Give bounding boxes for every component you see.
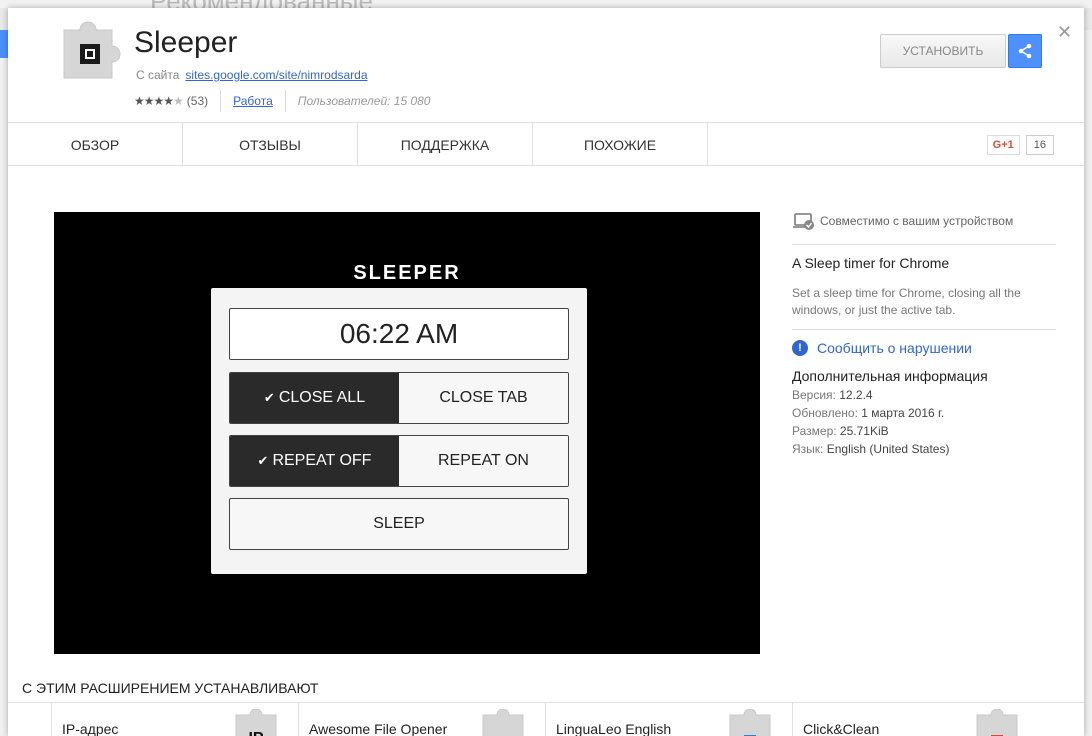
screenshot-time: 06:22 AM xyxy=(229,308,569,360)
gplus-count: 16 xyxy=(1025,135,1054,155)
related-item-name: Click&Clean xyxy=(803,721,880,736)
rating-count: (53) xyxy=(186,94,209,108)
tab-reviews[interactable]: ОТЗЫВЫ xyxy=(183,123,358,166)
report-abuse-link[interactable]: ! Сообщить о нарушении xyxy=(792,340,1056,356)
device-check-icon xyxy=(793,213,814,230)
from-site-line: С сайта sites.google.com/site/nimrodsarda xyxy=(136,68,368,82)
divider xyxy=(220,90,222,112)
related-prev-button[interactable] xyxy=(8,703,52,736)
share-button[interactable] xyxy=(1008,34,1042,68)
related-item[interactable]: IP-адрес IP xyxy=(52,703,299,736)
rating-stars[interactable]: ★★★★★ xyxy=(134,94,184,108)
extension-dialog: Sleeper С сайта sites.google.com/site/nim… xyxy=(8,8,1084,736)
related-item[interactable]: Awesome File Opener xyxy=(299,703,546,736)
alert-icon: ! xyxy=(792,340,808,356)
background-right-strip xyxy=(1084,30,1092,736)
compatibility-line: Совместимо с вашим устройством xyxy=(792,208,1056,234)
background-left-strip xyxy=(0,30,8,736)
related-item[interactable]: LinguaLeo English xyxy=(546,703,793,736)
close-tab-option: CLOSE TAB xyxy=(399,373,568,423)
tab-support[interactable]: ПОДДЕРЖКА xyxy=(358,123,533,166)
app-screenshot[interactable]: SLEEPER 06:22 AM ✔ CLOSE ALL CLOSE TAB ✔ R… xyxy=(54,212,760,654)
repeat-off-option: ✔ REPEAT OFF xyxy=(230,436,399,486)
divider xyxy=(792,244,1056,245)
divider xyxy=(284,90,286,112)
repeat-toggle: ✔ REPEAT OFF REPEAT ON xyxy=(229,435,569,487)
compatibility-text: Совместимо с вашим устройством xyxy=(820,214,1014,228)
ip-icon-text: IP xyxy=(248,730,263,736)
repeat-on-option: REPEAT ON xyxy=(399,436,568,486)
checkmark-icon: ✔ xyxy=(257,453,269,468)
site-link[interactable]: sites.google.com/site/nimrodsarda xyxy=(185,68,367,82)
summary-title: A Sleep timer for Chrome xyxy=(792,255,950,271)
close-icon[interactable]: ✕ xyxy=(1057,22,1072,43)
dialog-header: Sleeper С сайта sites.google.com/site/nim… xyxy=(8,8,1084,122)
info-size: Размер: 25.71KiB xyxy=(792,424,889,438)
puzzle-icon xyxy=(63,21,121,79)
puzzle-icon: IP xyxy=(235,709,277,736)
gplus-button[interactable]: G+1 xyxy=(986,135,1020,155)
related-extensions-row: IP-адрес IP Awesome File Opener LinguaLe… xyxy=(8,702,1084,736)
gplus-widget: G+1 16 xyxy=(986,135,1054,155)
divider xyxy=(792,329,1056,330)
info-language: Язык: English (United States) xyxy=(792,442,950,456)
puzzle-icon xyxy=(482,709,524,736)
report-abuse-label: Сообщить о нарушении xyxy=(817,340,972,356)
tab-bar: ОБЗОР ОТЗЫВЫ ПОДДЕРЖКА ПОХОЖИЕ G+1 16 xyxy=(8,122,1084,167)
puzzle-icon xyxy=(729,709,771,736)
app-title: Sleeper xyxy=(134,26,238,59)
puzzle-icon xyxy=(976,709,1018,736)
summary-description: Set a sleep time for Chrome, closing all… xyxy=(792,286,1021,317)
screenshot-title: SLEEPER xyxy=(353,262,461,284)
meta-row: ★★★★★ (53) Работа Пользователей: 15 080 xyxy=(134,90,431,112)
install-button[interactable]: УСТАНОВИТЬ xyxy=(880,34,1006,68)
additional-info-title: Дополнительная информация xyxy=(792,368,988,384)
checkmark-icon: ✔ xyxy=(263,390,275,405)
screenshot-card: 06:22 AM ✔ CLOSE ALL CLOSE TAB ✔ REPEAT OF… xyxy=(211,288,587,574)
background-left-accent xyxy=(0,30,8,58)
tab-related[interactable]: ПОХОЖИЕ xyxy=(533,123,708,166)
related-item[interactable]: Click&Clean xyxy=(793,703,1040,736)
users-count: Пользователей: 15 080 xyxy=(297,94,431,108)
from-site-prefix: С сайта xyxy=(136,68,180,82)
sleep-option: SLEEP xyxy=(229,498,569,550)
info-updated: Обновлено: 1 марта 2016 г. xyxy=(792,406,945,420)
tab-overview[interactable]: ОБЗОР xyxy=(8,123,183,167)
related-item-name: LinguaLeo English xyxy=(556,721,672,736)
related-item-name: Awesome File Opener xyxy=(309,721,448,736)
related-section-title: С ЭТИМ РАСШИРЕНИЕМ УСТАНАВЛИВАЮТ xyxy=(22,680,319,696)
related-item-name: IP-адрес xyxy=(62,721,119,736)
close-mode-toggle: ✔ CLOSE ALL CLOSE TAB xyxy=(229,372,569,424)
category-link[interactable]: Работа xyxy=(233,94,273,108)
close-all-option: ✔ CLOSE ALL xyxy=(230,373,399,423)
details-sidebar: Совместимо с вашим устройством A Sleep t… xyxy=(792,208,1056,456)
info-version: Версия: 12.2.4 xyxy=(792,388,873,402)
share-icon xyxy=(1018,43,1032,59)
